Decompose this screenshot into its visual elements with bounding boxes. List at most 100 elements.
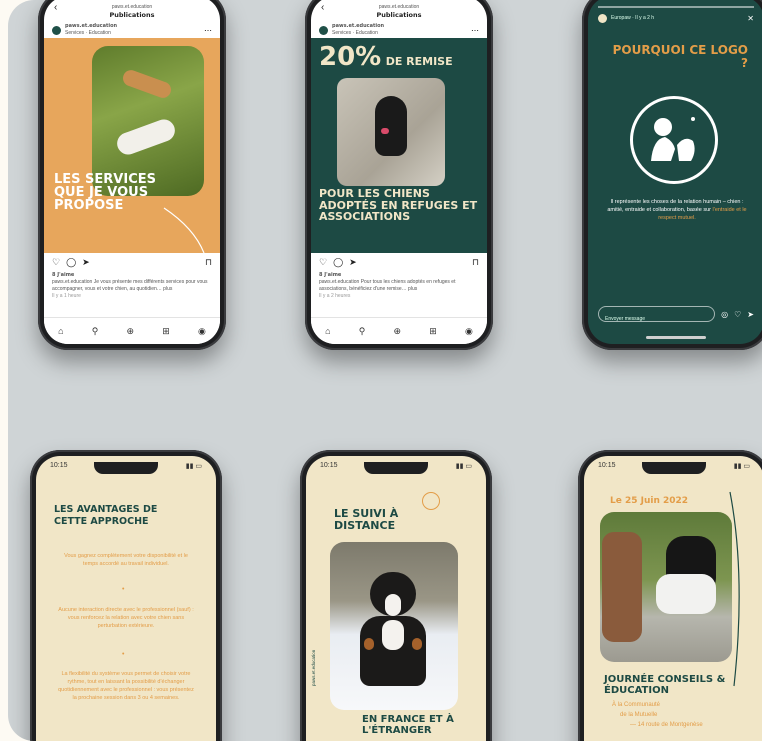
header-title: Publications (109, 11, 155, 19)
more-options-icon[interactable]: ⋯ (204, 26, 212, 35)
post-author[interactable]: paws.et.education Services · Education ⋯ (44, 22, 220, 38)
story-title: POURQUOI CE LOGO ? (612, 43, 748, 70)
share-icon[interactable]: ➤ (349, 257, 357, 268)
slide-title: LE SUIVI À DISTANCE (334, 507, 399, 532)
reply-placeholder: Envoyer message (605, 316, 646, 322)
phone-screen: 10:15 ▮▮ ▭ LE SUIVI À DISTANCE paws.et.ed… (306, 456, 486, 741)
avatar[interactable] (319, 25, 328, 35)
phone-screen: Europaw · Il y a 2 h ✕ POURQUOI CE LOGO … (588, 0, 762, 344)
heart-icon[interactable]: ♡ (734, 310, 741, 319)
notch (364, 462, 428, 474)
header-subtitle: paws.et.education (378, 4, 420, 10)
separator-dot: • (122, 586, 125, 593)
decorative-curve (163, 207, 205, 253)
bottom-nav: ⌂ ⚲ ⊕ ⊞ ◉ (44, 317, 220, 344)
bookmark-icon[interactable]: ⊓ (472, 257, 479, 268)
bookmark-icon[interactable]: ⊓ (205, 257, 212, 268)
back-arrow-icon[interactable]: ‹ (321, 2, 324, 13)
search-icon[interactable]: ⚲ (359, 326, 366, 337)
avatar[interactable] (598, 14, 607, 23)
send-icon[interactable]: ➤ (747, 310, 754, 319)
close-icon[interactable]: ✕ (747, 14, 754, 23)
home-icon[interactable]: ⌂ (58, 326, 63, 336)
bernese-dog-photo (330, 542, 458, 710)
post-header: ‹ paws.et.education Publications (311, 0, 487, 22)
promo-label: DE REMISE (385, 55, 453, 68)
shop-icon[interactable]: ⊞ (429, 326, 437, 337)
comment-icon[interactable]: ◯ (333, 257, 343, 268)
header-title: Publications (376, 11, 422, 19)
more-options-icon[interactable]: ⋯ (471, 26, 479, 35)
phone-story-remote: 10:15 ▮▮ ▭ LE SUIVI À DISTANCE paws.et.ed… (300, 450, 492, 741)
decorative-curve (729, 491, 740, 687)
mockup-board: ‹ paws.et.education Publications paws.et… (8, 0, 762, 741)
slide-title: LES AVANTAGES DE CETTE APPROCHE (54, 504, 158, 527)
home-indicator (646, 336, 706, 339)
event-line-3: — 14 route de Montgenèse (630, 722, 703, 728)
profile-icon[interactable]: ◉ (465, 326, 473, 337)
separator-dot: • (122, 651, 125, 658)
promo-percentage: 20% (319, 42, 382, 72)
promo-title: 20% DE REMISE (319, 42, 453, 72)
side-handle: paws.et.education (311, 649, 316, 686)
signal-battery-icon: ▮▮ ▭ (185, 463, 202, 470)
phone-instagram-discount: ‹ paws.et.education Publications paws.et… (305, 0, 493, 350)
post-image[interactable]: LES SERVICES QUE JE VOUS PROPOSE (44, 38, 220, 253)
slide-paragraph-3: La flexibilité du système vous permet de… (58, 671, 194, 701)
event-line-1: À la Communauté (612, 702, 661, 708)
reply-input[interactable]: Envoyer message (598, 306, 716, 322)
shop-icon[interactable]: ⊞ (162, 326, 170, 337)
phone-instagram-services: ‹ paws.et.education Publications paws.et… (38, 0, 226, 350)
dog-photo (337, 78, 445, 186)
post-header: ‹ paws.et.education Publications (44, 0, 220, 22)
home-icon[interactable]: ⌂ (325, 326, 330, 336)
likes-count[interactable]: 8 J'aime (319, 272, 479, 279)
post-author[interactable]: paws.et.education Services · Education ⋯ (311, 22, 487, 38)
logo-icon (630, 96, 718, 184)
bottom-nav: ⌂ ⚲ ⊕ ⊞ ◉ (311, 317, 487, 344)
camera-icon[interactable]: ◎ (721, 310, 728, 319)
comment-icon[interactable]: ◯ (66, 257, 76, 268)
account-subtitle: Services · Education (65, 30, 111, 36)
story-user[interactable]: Europaw · Il y a 2 h (611, 15, 654, 22)
search-icon[interactable]: ⚲ (92, 326, 99, 337)
event-title: JOURNÉE CONSEILS & ÉDUCATION (604, 674, 726, 696)
account-subtitle: Services · Education (332, 30, 378, 36)
slide-bottom-text: EN FRANCE ET À L'ÉTRANGER (362, 714, 454, 736)
story-progress (598, 6, 754, 8)
add-icon[interactable]: ⊕ (394, 326, 402, 337)
post-headline: POUR LES CHIENS ADOPTÉS EN REFUGES ET AS… (319, 187, 478, 223)
post-actions: ♡ ◯ ➤ ⊓ (44, 253, 220, 272)
post-caption: paws.et.education Pour tous les chiens a… (319, 279, 456, 292)
notch (94, 462, 158, 474)
heart-icon[interactable]: ♡ (52, 257, 60, 268)
phone-story-event: 10:15 ▮▮ ▭ Le 25 Juin 2022 JOURNÉE CONSEI… (578, 450, 762, 741)
post-time: Il y a 2 heures (319, 293, 351, 299)
post-time: Il y a 1 heure (52, 293, 81, 299)
status-time: 10:15 (50, 462, 68, 469)
header-subtitle: paws.et.education (111, 4, 153, 10)
phone-story-logo: Europaw · Il y a 2 h ✕ POURQUOI CE LOGO … (582, 0, 762, 350)
slide-paragraph-1: Vous gagnez complètement votre disponibi… (64, 553, 188, 567)
phone-screen: ‹ paws.et.education Publications paws.et… (44, 0, 220, 344)
add-icon[interactable]: ⊕ (127, 326, 135, 337)
avatar[interactable] (52, 25, 61, 35)
profile-icon[interactable]: ◉ (198, 326, 206, 337)
back-arrow-icon[interactable]: ‹ (54, 2, 57, 13)
share-icon[interactable]: ➤ (82, 257, 90, 268)
event-line-2: de la Mutuelle (620, 712, 658, 718)
post-caption: paws.et.education Je vous présente mes d… (52, 279, 208, 292)
signal-battery-icon: ▮▮ ▭ (455, 463, 472, 470)
phone-screen: 10:15 ▮▮ ▭ LES AVANTAGES DE CETTE APPROCH… (36, 456, 216, 741)
post-actions: ♡ ◯ ➤ ⊓ (311, 253, 487, 272)
signal-battery-icon: ▮▮ ▭ (733, 463, 750, 470)
human-dog-silhouette-icon (651, 117, 695, 161)
post-image[interactable]: 20% DE REMISE POUR LES CHIENS ADOPTÉS EN… (311, 38, 487, 253)
account-name[interactable]: paws.et.education (65, 23, 117, 30)
account-name[interactable]: paws.et.education (332, 23, 384, 30)
likes-count[interactable]: 8 J'aime (52, 272, 212, 279)
heart-icon[interactable]: ♡ (319, 257, 327, 268)
slide-paragraph-2: Aucune interaction directe avec le profe… (58, 607, 194, 629)
status-time: 10:15 (598, 462, 616, 469)
phone-screen: 10:15 ▮▮ ▭ Le 25 Juin 2022 JOURNÉE CONSEI… (584, 456, 762, 741)
